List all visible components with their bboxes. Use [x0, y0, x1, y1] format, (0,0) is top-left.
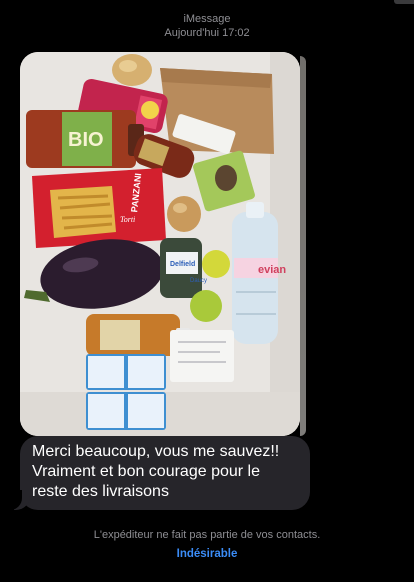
unknown-sender-notice: L'expéditeur ne fait pas partie de vos c…	[93, 529, 321, 541]
svg-text:Daucy: Daucy	[190, 278, 207, 284]
sauce-jar: BIO	[26, 110, 144, 168]
photo-attachment[interactable]: BIO PANZANI Torti evian Delfield Daucy	[20, 52, 300, 436]
message-line-3: reste des livraisons	[32, 483, 169, 500]
svg-text:Delfield: Delfield	[170, 261, 195, 268]
conversation-header: iMessage Aujourd'hui 17:02	[0, 12, 414, 40]
small-can: Delfield	[160, 238, 202, 298]
onion-2	[167, 196, 201, 232]
message-timestamp: Aujourd'hui 17:02	[164, 27, 250, 39]
message-bubble: Merci beaucoup, vous me sauvez!! Vraimen…	[20, 436, 310, 510]
apple-2	[190, 290, 222, 322]
yogurt-packs	[86, 354, 166, 430]
white-tray	[170, 330, 234, 382]
svg-text:evian: evian	[258, 264, 286, 276]
message-line-1: Merci beaucoup, vous me sauvez!!	[32, 443, 280, 460]
apple-1	[202, 250, 230, 278]
bubble-tail	[8, 490, 30, 510]
report-junk-link[interactable]: Indésirable	[0, 548, 414, 560]
service-label: iMessage	[183, 13, 231, 25]
message-line-2: Vraiment et bon courage pour le	[32, 463, 260, 480]
top-edge-sliver	[394, 0, 414, 4]
photo-stack-edge	[300, 56, 306, 436]
svg-text:Torti: Torti	[120, 215, 135, 224]
pasta-bag: PANZANI Torti	[32, 168, 166, 248]
groceries-photo: BIO PANZANI Torti evian Delfield Daucy	[20, 52, 300, 436]
svg-text:BIO: BIO	[68, 129, 104, 151]
